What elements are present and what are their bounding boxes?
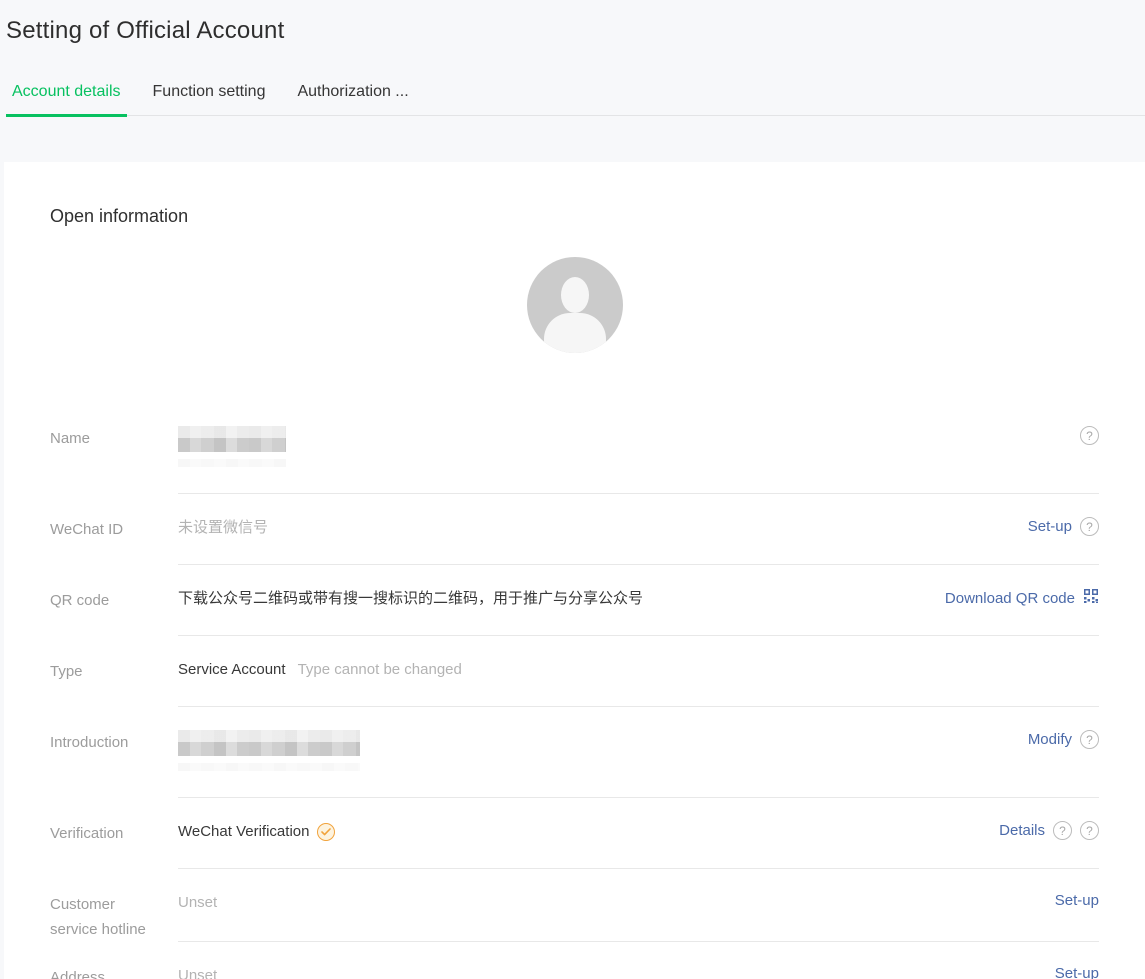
row-type-value: Service Account Type cannot be changed bbox=[178, 659, 462, 680]
account-details-panel: Open information Name ? bbox=[4, 162, 1145, 979]
row-type-label: Type bbox=[50, 636, 178, 707]
redacted-name-shadow bbox=[178, 459, 286, 467]
download-qr-code-link[interactable]: Download QR code bbox=[945, 590, 1075, 607]
verified-check-icon bbox=[317, 823, 335, 841]
row-verification-value: WeChat Verification bbox=[178, 821, 335, 842]
help-icon[interactable]: ? bbox=[1080, 517, 1099, 536]
verification-details-link[interactable]: Details bbox=[999, 822, 1045, 839]
setup-hotline-link[interactable]: Set-up bbox=[1055, 892, 1099, 909]
row-name-value bbox=[178, 426, 286, 467]
info-rows: Name ? WeChat ID 未设置微信号 Set-up bbox=[50, 403, 1099, 979]
row-hotline: Customer service hotline Unset Set-up bbox=[50, 869, 1099, 942]
tab-account-details[interactable]: Account details bbox=[6, 77, 127, 117]
row-hotline-value: Unset bbox=[178, 892, 217, 913]
row-qr-code-label: QR code bbox=[50, 565, 178, 636]
row-introduction-value bbox=[178, 730, 360, 771]
modify-introduction-link[interactable]: Modify bbox=[1028, 731, 1072, 748]
row-address: Address Unset Set-up bbox=[50, 942, 1099, 979]
avatar-wrap bbox=[50, 257, 1099, 353]
row-verification-label: Verification bbox=[50, 798, 178, 869]
row-introduction-label: Introduction bbox=[50, 707, 178, 798]
row-verification: Verification WeChat Verification Details… bbox=[50, 798, 1099, 869]
row-address-value: Unset bbox=[178, 965, 217, 979]
row-wechat-id: WeChat ID 未设置微信号 Set-up ? bbox=[50, 494, 1099, 565]
page-title: Setting of Official Account bbox=[6, 14, 1145, 47]
row-introduction: Introduction Modify ? bbox=[50, 707, 1099, 798]
redacted-introduction-value bbox=[178, 730, 360, 756]
setup-wechat-id-link[interactable]: Set-up bbox=[1028, 518, 1072, 535]
redacted-name-value bbox=[178, 426, 286, 452]
account-type: Service Account bbox=[178, 659, 286, 680]
section-title: Open information bbox=[50, 162, 1099, 227]
row-wechat-id-label: WeChat ID bbox=[50, 494, 178, 565]
verification-status: WeChat Verification bbox=[178, 821, 309, 842]
setup-address-link[interactable]: Set-up bbox=[1055, 965, 1099, 979]
tab-authorization[interactable]: Authorization ... bbox=[291, 77, 414, 117]
help-icon[interactable]: ? bbox=[1080, 821, 1099, 840]
page-header: Setting of Official Account Account deta… bbox=[0, 0, 1145, 116]
tab-bar: Account details Function setting Authori… bbox=[6, 77, 1145, 116]
row-qr-code-value: 下载公众号二维码或带有搜一搜标识的二维码，用于推广与分享公众号 bbox=[178, 588, 643, 609]
type-note: Type cannot be changed bbox=[298, 659, 462, 680]
avatar-person-icon bbox=[561, 277, 589, 313]
redacted-introduction-shadow bbox=[178, 763, 360, 771]
help-icon[interactable]: ? bbox=[1053, 821, 1072, 840]
avatar-person-icon bbox=[544, 313, 606, 353]
qr-code-icon[interactable] bbox=[1083, 588, 1099, 609]
avatar[interactable] bbox=[527, 257, 623, 353]
row-type: Type Service Account Type cannot be chan… bbox=[50, 636, 1099, 707]
tab-function-setting[interactable]: Function setting bbox=[147, 77, 272, 117]
row-qr-code: QR code 下载公众号二维码或带有搜一搜标识的二维码，用于推广与分享公众号 … bbox=[50, 565, 1099, 636]
row-wechat-id-value: 未设置微信号 bbox=[178, 517, 268, 538]
row-address-label: Address bbox=[50, 942, 178, 979]
help-icon[interactable]: ? bbox=[1080, 426, 1099, 445]
row-name: Name ? bbox=[50, 403, 1099, 494]
row-hotline-label: Customer service hotline bbox=[50, 869, 178, 942]
help-icon[interactable]: ? bbox=[1080, 730, 1099, 749]
row-name-label: Name bbox=[50, 403, 178, 494]
